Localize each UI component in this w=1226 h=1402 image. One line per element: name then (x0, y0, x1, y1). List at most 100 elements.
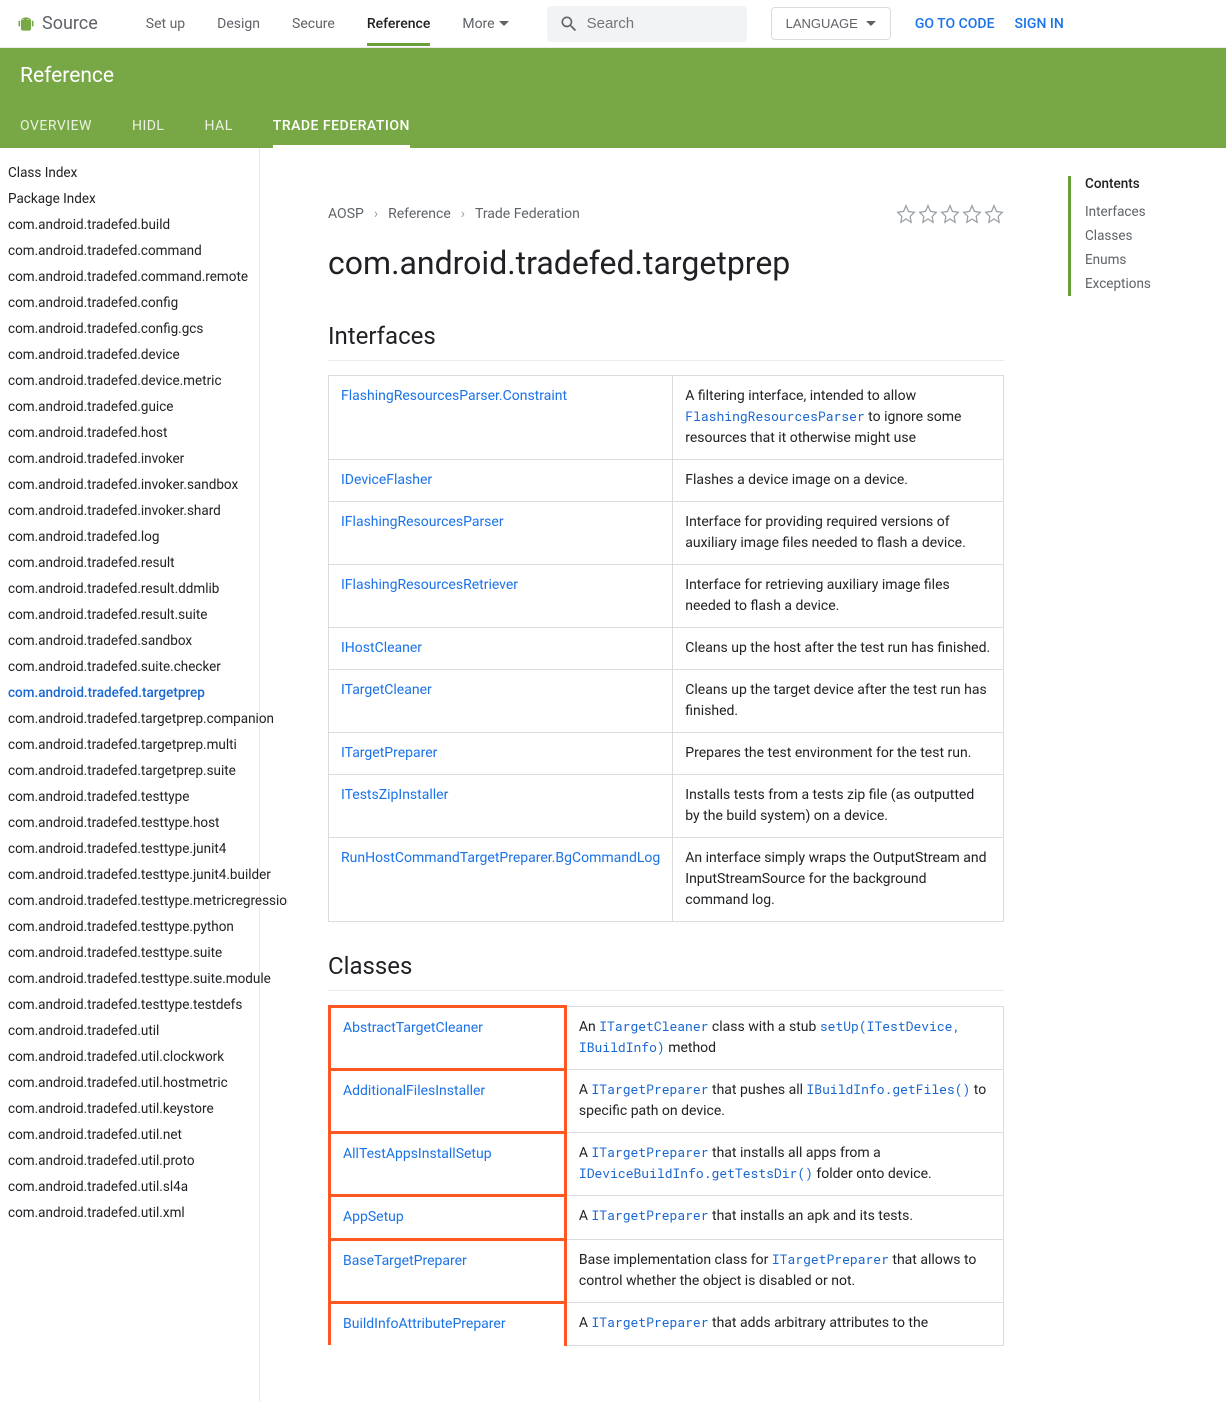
class-link[interactable]: AppSetup (343, 1209, 404, 1225)
class-link[interactable]: AbstractTargetCleaner (343, 1020, 483, 1036)
nav-secure[interactable]: Secure (292, 2, 335, 46)
sidebar-item[interactable]: com.android.tradefed.testtype.suite.modu… (0, 966, 259, 992)
sidebar-item[interactable]: com.android.tradefed.invoker.sandbox (0, 472, 259, 498)
go-to-code-link[interactable]: GO TO CODE (915, 16, 995, 32)
interface-link[interactable]: RunHostCommandTargetPreparer.BgCommandLo… (341, 850, 660, 866)
toc-enums[interactable]: Enums (1085, 248, 1198, 272)
interface-link[interactable]: IDeviceFlasher (341, 472, 432, 488)
class-link[interactable]: BaseTargetPreparer (343, 1253, 467, 1269)
tab-overview[interactable]: OVERVIEW (20, 104, 92, 148)
sidebar-item[interactable]: com.android.tradefed.util.xml (0, 1200, 259, 1226)
interface-link[interactable]: ITargetPreparer (341, 745, 437, 761)
nav-setup[interactable]: Set up (146, 2, 185, 46)
sidebar-item[interactable]: com.android.tradefed.testtype.junit4 (0, 836, 259, 862)
toc-title: Contents (1085, 176, 1198, 192)
code-link[interactable]: ITargetPreparer (592, 1080, 709, 1098)
star-icon[interactable] (918, 204, 938, 224)
sidebar-item[interactable]: com.android.tradefed.targetprep (0, 680, 259, 706)
toc-exceptions[interactable]: Exceptions (1085, 272, 1198, 296)
sidebar-item[interactable]: com.android.tradefed.command.remote (0, 264, 259, 290)
class-link[interactable]: AdditionalFilesInstaller (343, 1083, 485, 1099)
logo[interactable]: Source (16, 12, 98, 36)
class-link[interactable]: AllTestAppsInstallSetup (343, 1146, 492, 1162)
sidebar-item[interactable]: com.android.tradefed.build (0, 212, 259, 238)
interface-link[interactable]: ITestsZipInstaller (341, 787, 448, 803)
search-box[interactable] (547, 6, 747, 42)
sidebar-item[interactable]: com.android.tradefed.testtype.metricregr… (0, 888, 259, 914)
sidebar-item[interactable]: com.android.tradefed.util.keystore (0, 1096, 259, 1122)
content: AOSP › Reference › Trade Federation com.… (288, 176, 1044, 1374)
sidebar-item[interactable]: com.android.tradefed.suite.checker (0, 654, 259, 680)
bc-tradefed[interactable]: Trade Federation (475, 206, 580, 222)
table-row: ITargetCleanerCleans up the target devic… (329, 670, 1004, 733)
sidebar-item[interactable]: com.android.tradefed.util.sl4a (0, 1174, 259, 1200)
rating-stars[interactable] (896, 204, 1004, 224)
sidebar-item[interactable]: com.android.tradefed.guice (0, 394, 259, 420)
sign-in-link[interactable]: SIGN IN (1014, 16, 1063, 32)
code-link[interactable]: IDeviceBuildInfo.getTestsDir() (579, 1164, 813, 1182)
tab-hal[interactable]: HAL (204, 104, 232, 148)
star-icon[interactable] (962, 204, 982, 224)
sidebar-item[interactable]: com.android.tradefed.targetprep.multi (0, 732, 259, 758)
interface-link[interactable]: ITargetCleaner (341, 682, 432, 698)
sidebar-item[interactable]: com.android.tradefed.testtype.suite (0, 940, 259, 966)
toc-classes[interactable]: Classes (1085, 224, 1198, 248)
code-link[interactable]: IBuildInfo.getFiles() (807, 1080, 971, 1098)
nav-reference[interactable]: Reference (367, 2, 431, 46)
sidebar-item[interactable]: com.android.tradefed.invoker (0, 446, 259, 472)
sidebar-item[interactable]: com.android.tradefed.sandbox (0, 628, 259, 654)
code-link[interactable]: ITargetPreparer (592, 1313, 709, 1331)
sidebar-item[interactable]: com.android.tradefed.targetprep.suite (0, 758, 259, 784)
class-link[interactable]: BuildInfoAttributePreparer (343, 1316, 506, 1332)
code-link[interactable]: ITargetPreparer (592, 1143, 709, 1161)
sidebar-item[interactable]: com.android.tradefed.invoker.shard (0, 498, 259, 524)
sidebar-item[interactable]: com.android.tradefed.result.ddmlib (0, 576, 259, 602)
sidebar-item[interactable]: com.android.tradefed.targetprep.companio… (0, 706, 259, 732)
search-input[interactable] (579, 15, 735, 32)
tab-hidl[interactable]: HIDL (132, 104, 165, 148)
sidebar-item[interactable]: com.android.tradefed.util.proto (0, 1148, 259, 1174)
bc-aosp[interactable]: AOSP (328, 206, 364, 222)
sidebar-item[interactable]: com.android.tradefed.config.gcs (0, 316, 259, 342)
code-link[interactable]: FlashingResourcesParser (685, 407, 864, 425)
sidebar-item[interactable]: com.android.tradefed.testtype (0, 784, 259, 810)
sidebar-item[interactable]: Class Index (0, 160, 259, 186)
star-icon[interactable] (984, 204, 1004, 224)
sidebar-item[interactable]: com.android.tradefed.log (0, 524, 259, 550)
top-nav: Set up Design Secure Reference More (146, 2, 509, 46)
sidebar-item[interactable]: com.android.tradefed.result.suite (0, 602, 259, 628)
main-area: AOSP › Reference › Trade Federation com.… (260, 148, 1226, 1402)
sidebar-item[interactable]: com.android.tradefed.command (0, 238, 259, 264)
sidebar-item[interactable]: com.android.tradefed.util.hostmetric (0, 1070, 259, 1096)
star-icon[interactable] (896, 204, 916, 224)
code-link[interactable]: ITargetPreparer (592, 1206, 709, 1224)
sidebar-item[interactable]: com.android.tradefed.util.net (0, 1122, 259, 1148)
sidebar-item[interactable]: com.android.tradefed.testtype.junit4.bui… (0, 862, 259, 888)
desc-cell: Cleans up the host after the test run ha… (673, 628, 1004, 670)
sidebar-item[interactable]: com.android.tradefed.config (0, 290, 259, 316)
nav-design[interactable]: Design (217, 2, 260, 46)
sidebar-item[interactable]: com.android.tradefed.device.metric (0, 368, 259, 394)
interface-link[interactable]: IHostCleaner (341, 640, 422, 656)
sidebar-item[interactable]: com.android.tradefed.host (0, 420, 259, 446)
code-link[interactable]: ITargetPreparer (772, 1250, 889, 1268)
interface-link[interactable]: FlashingResourcesParser.Constraint (341, 388, 567, 404)
interface-link[interactable]: IFlashingResourcesParser (341, 514, 504, 530)
tab-tradefed[interactable]: TRADE FEDERATION (273, 104, 410, 148)
bc-reference[interactable]: Reference (388, 206, 451, 222)
nav-more[interactable]: More (462, 2, 508, 46)
sidebar-item[interactable]: com.android.tradefed.util.clockwork (0, 1044, 259, 1070)
toc-interfaces[interactable]: Interfaces (1085, 200, 1198, 224)
sidebar-item[interactable]: com.android.tradefed.result (0, 550, 259, 576)
sidebar-item[interactable]: Package Index (0, 186, 259, 212)
code-link[interactable]: ITargetCleaner (599, 1017, 708, 1035)
sidebar-item[interactable]: com.android.tradefed.util (0, 1018, 259, 1044)
sidebar-item[interactable]: com.android.tradefed.testtype.testdefs (0, 992, 259, 1018)
sidebar-item[interactable]: com.android.tradefed.device (0, 342, 259, 368)
sidebar-item[interactable]: com.android.tradefed.testtype.python (0, 914, 259, 940)
sidebar-item[interactable]: com.android.tradefed.testtype.host (0, 810, 259, 836)
language-button[interactable]: LANGUAGE (771, 7, 891, 40)
table-row: FlashingResourcesParser.ConstraintA filt… (329, 376, 1004, 460)
interface-link[interactable]: IFlashingResourcesRetriever (341, 577, 518, 593)
star-icon[interactable] (940, 204, 960, 224)
